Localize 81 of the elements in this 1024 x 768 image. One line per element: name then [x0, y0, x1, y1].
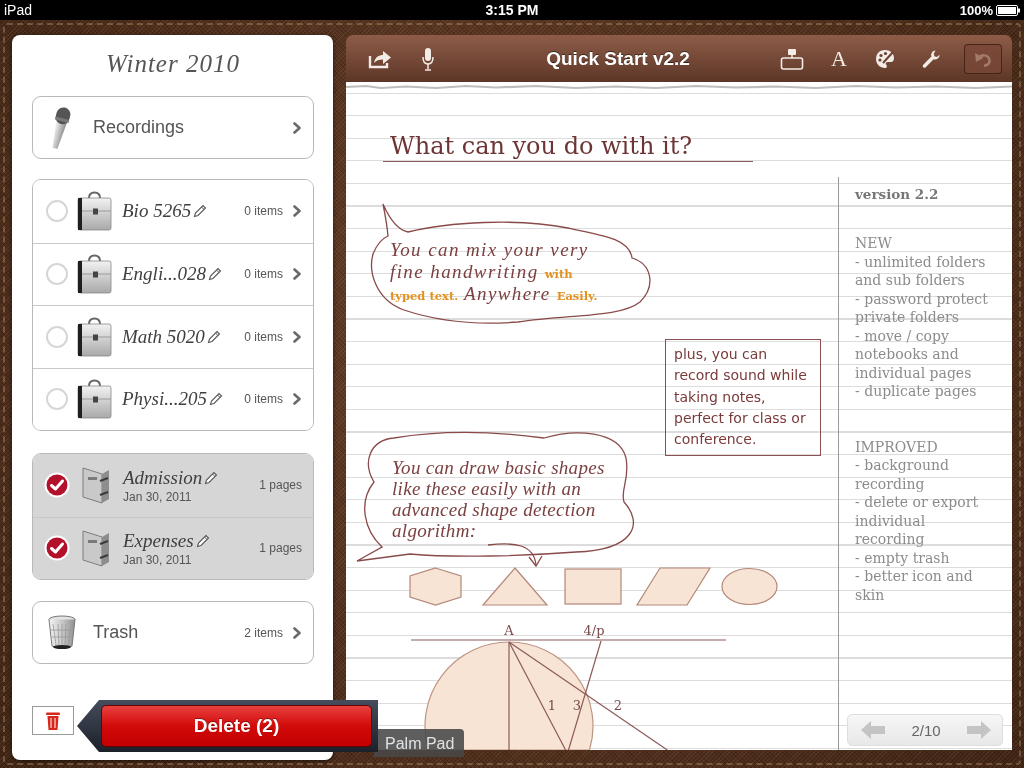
radio-circle-icon[interactable]: [46, 200, 68, 223]
chevron-icon: [293, 626, 301, 639]
hexagon-shape: [409, 567, 462, 606]
bubble-text: You can mix your very fine handwriting with typed text. Anywhere Easily.: [390, 239, 599, 305]
pencil-icon[interactable]: [193, 204, 208, 219]
triangle-shape: [481, 567, 549, 606]
share-icon[interactable]: [368, 48, 392, 69]
battery-percent: 100%: [959, 2, 993, 18]
battery-icon: [996, 4, 1020, 16]
notebook-item[interactable]: Admission Jan 30, 2011 1 pages: [33, 454, 313, 517]
clock: 3:15 PM: [485, 2, 539, 18]
section-heading: NEW: [855, 234, 893, 253]
palette-icon[interactable]: [875, 48, 895, 69]
diagram-label: 2: [613, 697, 623, 713]
radio-circle-icon[interactable]: [46, 263, 68, 286]
note-heading: What can you do with it?: [383, 131, 753, 162]
changelog-item: - password protect private folders: [855, 289, 989, 327]
diagram-label: 1: [547, 697, 557, 713]
item-count: 0 items: [244, 392, 283, 407]
page-number: 2/10: [911, 721, 941, 739]
briefcase-icon: [76, 379, 113, 420]
changelog-item: - move / copy notebooks and individual pages: [855, 326, 973, 382]
changelog-item: - unlimited folders and sub folders: [855, 252, 987, 290]
chevron-icon: [293, 268, 301, 281]
notebook-tab[interactable]: Palm Pad: [374, 729, 464, 757]
item-count: 0 items: [244, 204, 283, 219]
page-count: 1 pages: [259, 541, 302, 556]
folder-item[interactable]: Physi...205 0 items: [33, 367, 313, 430]
pencil-icon[interactable]: [208, 392, 223, 407]
curved-arrow: [486, 542, 544, 568]
section-heading: IMPROVED: [855, 437, 939, 456]
rectangle-shape: [564, 568, 622, 605]
font-button[interactable]: A: [831, 46, 847, 71]
changelog-item: - duplicate pages: [855, 382, 978, 401]
notebook-item[interactable]: Expenses Jan 30, 2011 1 pages: [33, 516, 313, 579]
recordings-item[interactable]: Recordings: [32, 96, 314, 159]
notebook-title: Quick Start v2.2: [546, 47, 690, 70]
pencil-icon[interactable]: [207, 267, 222, 282]
binder-icon: [81, 466, 111, 505]
item-count: 2 items: [244, 625, 283, 640]
pencil-icon[interactable]: [195, 533, 210, 548]
wastebasket-icon: [48, 615, 76, 650]
briefcase-icon: [76, 254, 113, 295]
page-count: 1 pages: [259, 478, 302, 493]
item-count: 0 items: [244, 267, 283, 282]
notebook-date: Jan 30, 2011: [123, 552, 193, 567]
bubble-text: You can draw basic shapes like these easily with an advanced shape detection algorithm:: [392, 457, 606, 541]
checkmark-icon[interactable]: [44, 472, 70, 499]
delete-button[interactable]: Delete (2): [101, 705, 372, 747]
pencil-icon[interactable]: [204, 470, 219, 485]
note-box: plus, you can record sound while taking notes, perfect for class or conference.: [665, 339, 821, 456]
microphone-icon[interactable]: [422, 46, 434, 71]
radio-circle-icon[interactable]: [46, 325, 68, 348]
radio-circle-icon[interactable]: [46, 388, 68, 411]
pencil-icon[interactable]: [206, 329, 221, 344]
diagram-label: A: [504, 622, 514, 638]
trash-item[interactable]: Trash 2 items: [32, 601, 314, 664]
chevron-icon: [293, 393, 301, 406]
chevron-icon: [293, 121, 301, 134]
trash-button[interactable]: [32, 706, 74, 735]
diagram-label: 4/p: [583, 622, 605, 638]
changelog-item: - empty trash: [855, 548, 951, 567]
settings-icon[interactable]: [921, 48, 941, 69]
item-count: 0 items: [244, 329, 283, 344]
ellipse-shape: [721, 567, 778, 606]
sidebar-title: Winter 2010: [105, 49, 241, 79]
changelog-item: - better icon and skin: [855, 567, 974, 604]
tray-icon[interactable]: [780, 47, 805, 70]
device-name: iPad: [4, 2, 33, 18]
diagram-label: 3: [572, 697, 582, 713]
chevron-icon: [293, 330, 301, 343]
changelog-item: - background recording: [855, 456, 950, 493]
briefcase-icon: [76, 191, 113, 232]
notebook-date: Jan 30, 2011: [123, 489, 193, 504]
briefcase-icon: [76, 316, 113, 357]
changelog-item: - delete or export individual recording: [855, 493, 979, 549]
checkmark-icon[interactable]: [44, 535, 70, 562]
chevron-icon: [293, 205, 301, 218]
trash-icon: [45, 710, 61, 731]
version-heading: version 2.2: [855, 185, 940, 203]
binder-icon: [81, 529, 111, 568]
